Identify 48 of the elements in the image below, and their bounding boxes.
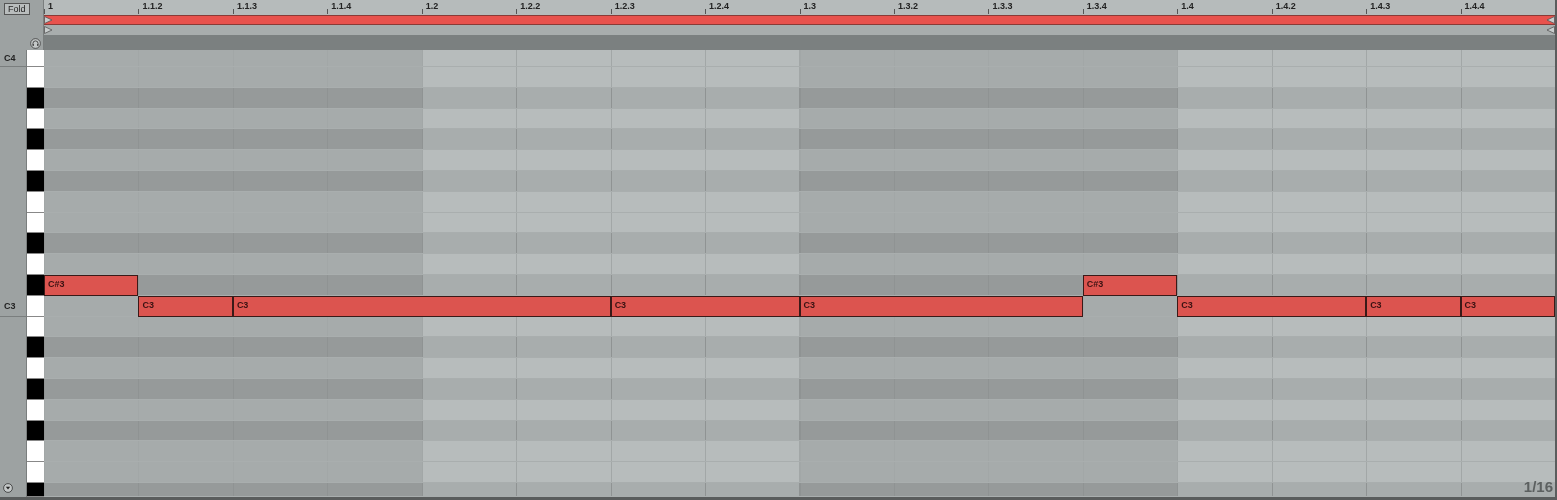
marker-bar[interactable] xyxy=(44,25,1555,35)
scroll-down-icon[interactable] xyxy=(3,482,13,493)
ruler-label: 1.3.4 xyxy=(1086,1,1107,11)
midi-note[interactable]: C3 xyxy=(138,295,233,317)
piano-key[interactable] xyxy=(27,212,44,234)
ruler-label: 1.3.3 xyxy=(992,1,1013,11)
note-row[interactable]: C#3 C#3 xyxy=(44,274,1555,296)
note-row[interactable]: C3 C3 C3 C3 C3 C3 C3 xyxy=(44,295,1555,317)
ruler-label: 1.2.4 xyxy=(709,1,730,11)
ruler-label: 1.2.3 xyxy=(614,1,635,11)
ruler-label: 1.4.2 xyxy=(1275,1,1296,11)
midi-note[interactable]: C3 xyxy=(1366,295,1461,317)
piano-key[interactable] xyxy=(27,87,44,109)
piano-key[interactable] xyxy=(27,378,44,400)
ruler-label: 1.1.3 xyxy=(236,1,257,11)
piano-key[interactable] xyxy=(27,337,44,359)
ruler-label: 1.4.4 xyxy=(1464,1,1485,11)
ruler-label: 1.2.2 xyxy=(520,1,541,11)
ruler-label: 1.2 xyxy=(425,1,439,11)
midi-note[interactable]: C3 xyxy=(799,295,1083,317)
ruler-label: 1.3.2 xyxy=(897,1,918,11)
ruler-label: 1.3 xyxy=(803,1,816,11)
loop-end-icon[interactable] xyxy=(1546,16,1555,24)
piano-key[interactable] xyxy=(27,171,44,192)
midi-note[interactable]: C#3 xyxy=(1082,274,1178,296)
ruler-label: 1.1.4 xyxy=(331,1,352,11)
octave-label: C4 xyxy=(4,53,16,63)
piano-key[interactable] xyxy=(27,316,44,338)
ruler-label: 1.4 xyxy=(1181,1,1194,11)
ruler-label: 1.4.3 xyxy=(1370,1,1391,11)
fold-button[interactable]: Fold xyxy=(4,3,30,15)
note-row[interactable] xyxy=(44,316,1555,338)
ruler-label: 1 xyxy=(48,1,53,11)
piano-key[interactable] xyxy=(27,233,44,255)
piano-key[interactable] xyxy=(27,274,44,296)
ruler-label: 1.1.2 xyxy=(142,1,163,11)
headphones-icon[interactable] xyxy=(30,38,41,49)
midi-note[interactable]: C3 xyxy=(1177,295,1367,317)
piano-key[interactable] xyxy=(27,420,44,442)
grid-size-label: 1/16 xyxy=(1523,478,1553,495)
end-marker-icon[interactable] xyxy=(1546,26,1555,34)
time-ruler[interactable]: 1 1.1.2 1.1.3 1.1.4 1.2 1.2.2 1.2.3 1.2.4 1.3 1.3.2 1.3.3 1.3.4 1.4 1.4.2 1.4.3 1.4.4 xyxy=(44,0,1555,15)
midi-note[interactable]: C#3 xyxy=(44,274,139,296)
midi-note[interactable]: C3 xyxy=(232,295,611,317)
piano-key[interactable] xyxy=(27,108,44,130)
octave-label: C3 xyxy=(4,300,16,311)
loop-bar[interactable] xyxy=(44,15,1555,25)
piano-key[interactable] xyxy=(27,129,44,151)
